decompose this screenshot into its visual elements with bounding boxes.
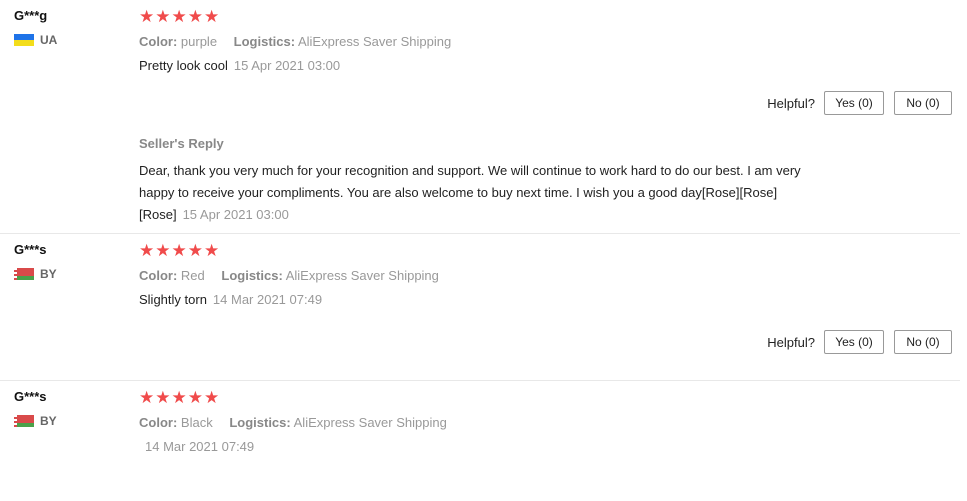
review-content: Pretty look cool 15 Apr 2021 03:00 — [139, 58, 829, 74]
color-label: Color: — [139, 415, 178, 430]
reviewer-info: G***s BY — [14, 242, 57, 281]
color-label: Color: — [139, 34, 178, 49]
country-code: BY — [40, 267, 57, 281]
color-label: Color: — [139, 268, 178, 283]
country-code: BY — [40, 414, 57, 428]
reviewer-country: UA — [14, 33, 57, 47]
review-body: ★★★★★ Color: Red Logistics: AliExpress S… — [139, 242, 829, 308]
review-body: ★★★★★ Color: purple Logistics: AliExpres… — [139, 8, 829, 74]
helpful-vote: Helpful? Yes (0) No (0) — [767, 91, 952, 115]
review-attributes: Color: Black Logistics: AliExpress Saver… — [139, 415, 829, 431]
helpful-label: Helpful? — [767, 334, 815, 350]
star-rating: ★★★★★ — [139, 388, 221, 407]
reviewer-name: G***g — [14, 8, 48, 23]
helpful-no-button[interactable]: No (0) — [894, 330, 952, 354]
helpful-label: Helpful? — [767, 95, 815, 111]
helpful-no-button[interactable]: No (0) — [894, 91, 952, 115]
seller-reply-date: 15 Apr 2021 03:00 — [182, 207, 289, 222]
review-item: G***s BY ★★★★★ Color: Red Logistics: Ali… — [0, 234, 960, 381]
logistics-label: Logistics: — [233, 34, 296, 49]
review-text: Slightly torn — [139, 292, 207, 307]
review-attributes: Color: purple Logistics: AliExpress Save… — [139, 34, 829, 50]
country-code: UA — [40, 33, 58, 47]
color-value: Black — [180, 415, 213, 430]
review-body: ★★★★★ Color: Black Logistics: AliExpress… — [139, 389, 829, 455]
review-content: 14 Mar 2021 07:49 — [139, 439, 829, 455]
review-date: 14 Mar 2021 07:49 — [212, 292, 323, 307]
helpful-vote: Helpful? Yes (0) No (0) — [767, 330, 952, 354]
reviewer-country: BY — [14, 414, 57, 428]
seller-reply: Seller's Reply Dear, thank you very much… — [139, 136, 829, 226]
review-date: 15 Apr 2021 03:00 — [233, 58, 341, 73]
reviewer-name: G***s — [14, 242, 47, 257]
color-value: purple — [180, 34, 218, 49]
reviewer-country: BY — [14, 267, 57, 281]
helpful-yes-button[interactable]: Yes (0) — [824, 91, 884, 115]
flag-ua-icon — [14, 34, 34, 46]
reviewer-name: G***s — [14, 389, 47, 404]
logistics-value: AliExpress Saver Shipping — [285, 268, 439, 283]
review-text: Pretty look cool — [139, 58, 228, 73]
logistics-label: Logistics: — [229, 415, 291, 430]
review-attributes: Color: Red Logistics: AliExpress Saver S… — [139, 268, 829, 284]
review-item: G***g UA ★★★★★ Color: purple Logistics: … — [0, 0, 960, 234]
logistics-value: AliExpress Saver Shipping — [297, 34, 452, 49]
star-rating: ★★★★★ — [139, 7, 221, 26]
seller-reply-content: Dear, thank you very much for your recog… — [139, 160, 819, 226]
review-content: Slightly torn 14 Mar 2021 07:49 — [139, 292, 829, 308]
star-rating: ★★★★★ — [139, 241, 221, 260]
reviewer-info: G***g UA — [14, 8, 57, 47]
flag-by-icon — [14, 268, 34, 280]
helpful-yes-button[interactable]: Yes (0) — [824, 330, 884, 354]
flag-by-icon — [14, 415, 34, 427]
logistics-value: AliExpress Saver Shipping — [293, 415, 447, 430]
review-item: G***s BY ★★★★★ Color: Black Logistics: A… — [0, 381, 960, 501]
review-date: 14 Mar 2021 07:49 — [145, 439, 255, 454]
color-value: Red — [180, 268, 205, 283]
logistics-label: Logistics: — [221, 268, 283, 283]
reviewer-info: G***s BY — [14, 389, 57, 428]
seller-reply-title: Seller's Reply — [139, 136, 224, 151]
